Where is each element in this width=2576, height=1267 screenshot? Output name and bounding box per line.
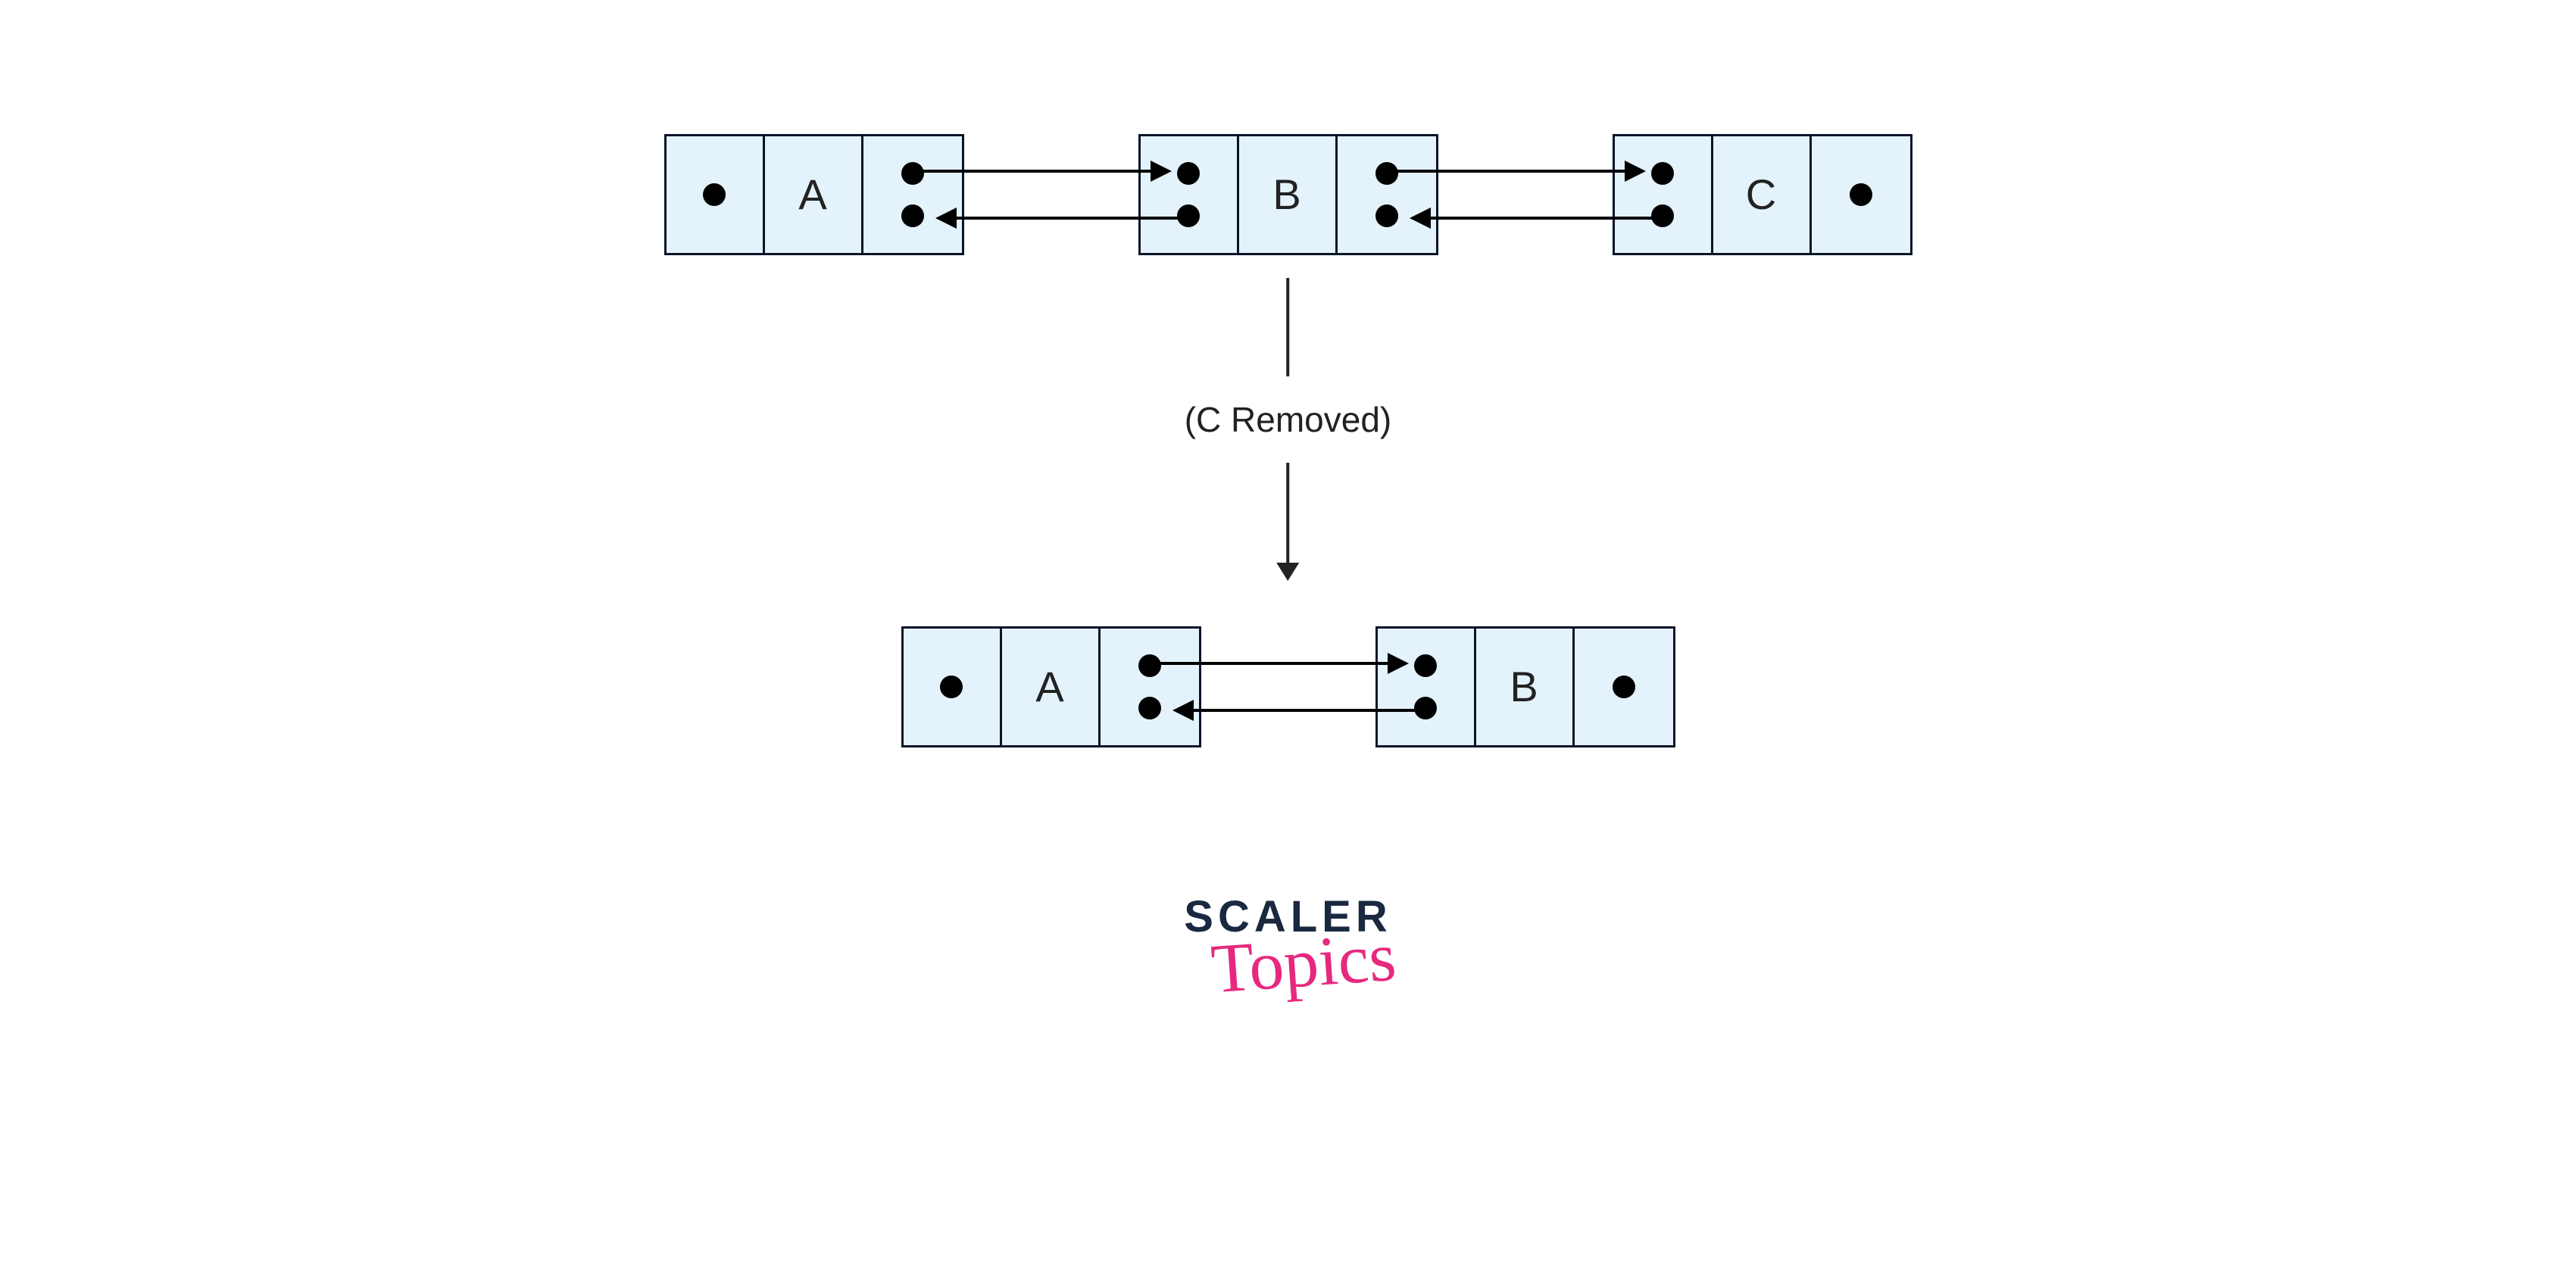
node-b: B [1375,626,1675,747]
next-null-cell [1812,136,1910,253]
arrow-b-to-a [940,217,1190,220]
prev-ptr-cell [1141,136,1239,253]
arrowhead-right-icon [1388,653,1409,674]
next-null-cell [1575,629,1673,745]
node-c: C [1613,134,1912,255]
arrowhead-left-icon [1172,700,1194,721]
prev-ptr-cell [1615,136,1713,253]
arrowhead-down-icon [1276,563,1299,581]
prev-ptr-cell [1378,629,1476,745]
prev-null-cell [904,629,1002,745]
node-a: A [664,134,964,255]
null-dot-icon [1613,676,1635,698]
pointer-dot-icon [1177,204,1200,227]
data-cell: A [765,136,863,253]
arrowhead-right-icon [1625,161,1646,182]
pointer-dot-icon [901,162,924,185]
arrowhead-right-icon [1151,161,1172,182]
data-cell: B [1476,629,1575,745]
pointer-dot-icon [1651,204,1674,227]
arrow-a-to-b [917,170,1167,173]
after-row: A B [901,626,1675,747]
transition-label: (C Removed) [1185,399,1392,440]
arrow-a-to-b-after [1154,662,1404,665]
next-ptr-cell [863,136,962,253]
pointer-dot-icon [1138,697,1161,719]
transition-arrow [1286,463,1289,576]
next-ptr-cell [1338,136,1436,253]
brand-line2: Topics [1197,915,1410,1010]
pointer-dot-icon [1375,162,1398,185]
before-row: A B C [664,134,1912,255]
arrow-b-to-c [1391,170,1641,173]
next-ptr-cell [1101,629,1199,745]
null-dot-icon [940,676,963,698]
node-a: A [901,626,1201,747]
data-cell: B [1239,136,1338,253]
pointer-dot-icon [1375,204,1398,227]
data-cell: C [1713,136,1812,253]
pointer-dot-icon [1138,654,1161,677]
null-dot-icon [703,183,726,206]
pointer-dot-icon [1414,697,1437,719]
brand-logo: SCALER Topics [1184,891,1391,1003]
node-b: B [1138,134,1438,255]
pointer-dot-icon [1651,162,1674,185]
transition: (C Removed) [1185,278,1392,576]
transition-line [1286,278,1289,376]
pointer-dot-icon [1414,654,1437,677]
arrowhead-left-icon [1410,208,1431,229]
arrow-c-to-b [1414,217,1664,220]
null-dot-icon [1850,183,1872,206]
arrow-b-to-a-after [1177,709,1427,712]
diagram-container: A B C [531,104,2046,1164]
pointer-dot-icon [901,204,924,227]
prev-null-cell [667,136,765,253]
pointer-dot-icon [1177,162,1200,185]
data-cell: A [1002,629,1101,745]
arrowhead-left-icon [935,208,957,229]
